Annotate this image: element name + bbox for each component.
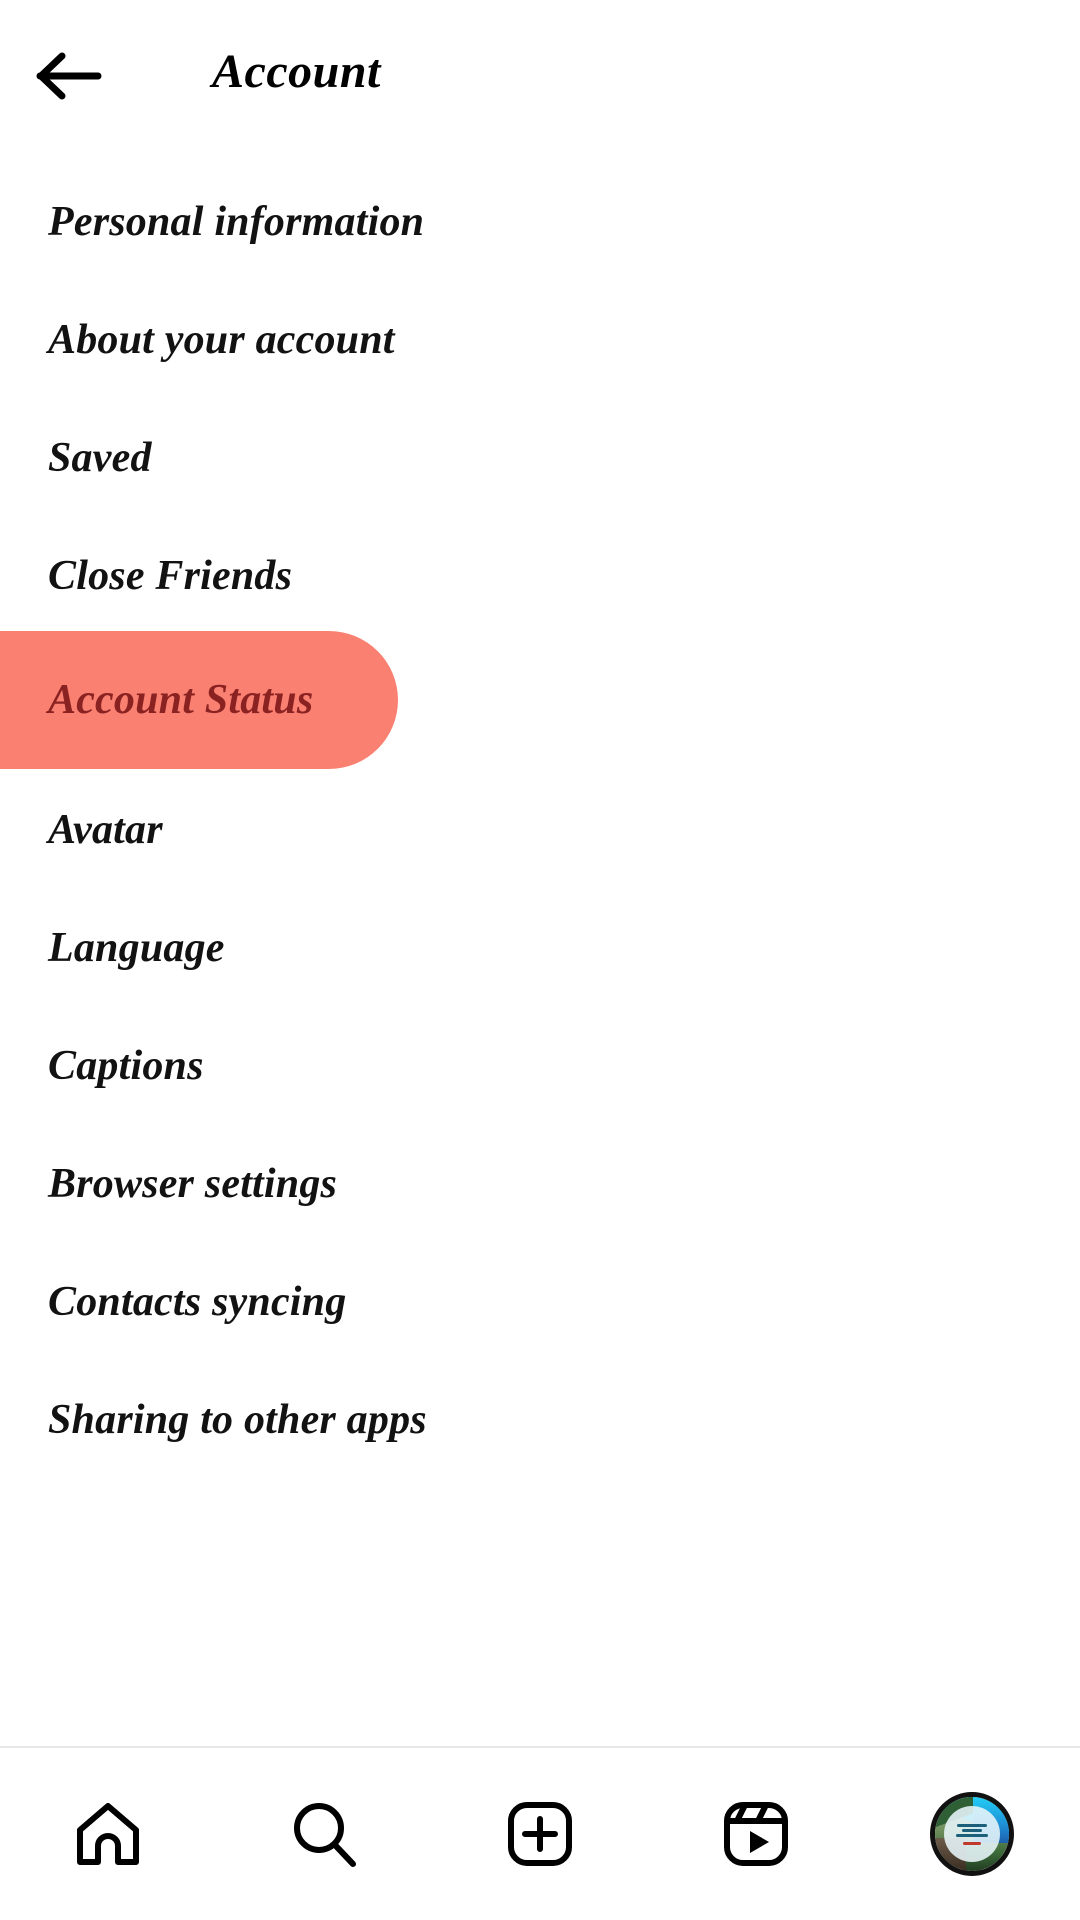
nav-search-button[interactable] (264, 1774, 384, 1894)
bottom-navigation-bar (0, 1746, 1080, 1920)
account-menu-list: Personal information About your account … (0, 150, 1080, 1746)
arrow-left-icon (36, 48, 104, 104)
nav-reels-button[interactable] (696, 1774, 816, 1894)
plus-square-icon (502, 1796, 578, 1872)
account-settings-screen: Account Personal information About your … (0, 0, 1080, 1920)
header: Account (0, 0, 1080, 150)
menu-item-label: Close Friends (48, 553, 293, 599)
avatar-text-overlay (944, 1806, 1000, 1862)
page-title: Account (212, 45, 381, 98)
menu-item-label: Language (48, 925, 225, 971)
back-button[interactable] (36, 48, 104, 104)
menu-item-label: Avatar (48, 807, 163, 853)
menu-item-close-friends[interactable]: Close Friends (0, 504, 1080, 648)
menu-item-label: About your account (48, 317, 395, 363)
home-icon (70, 1796, 146, 1872)
menu-item-label: Browser settings (48, 1161, 338, 1207)
menu-item-label: Contacts syncing (48, 1279, 347, 1325)
menu-item-label: Sharing to other apps (48, 1397, 427, 1443)
menu-item-label: Account Status (48, 677, 314, 723)
nav-home-button[interactable] (48, 1774, 168, 1894)
menu-item-label: Saved (48, 435, 152, 481)
profile-avatar (930, 1792, 1014, 1876)
menu-item-account-status[interactable]: Account Status (0, 631, 398, 769)
reels-icon (718, 1796, 794, 1872)
search-icon (286, 1796, 362, 1872)
menu-item-label: Captions (48, 1043, 204, 1089)
menu-item-label: Personal information (48, 199, 425, 245)
nav-profile-button[interactable] (912, 1774, 1032, 1894)
menu-item-sharing-to-other-apps[interactable]: Sharing to other apps (0, 1348, 1080, 1492)
nav-create-button[interactable] (480, 1774, 600, 1894)
